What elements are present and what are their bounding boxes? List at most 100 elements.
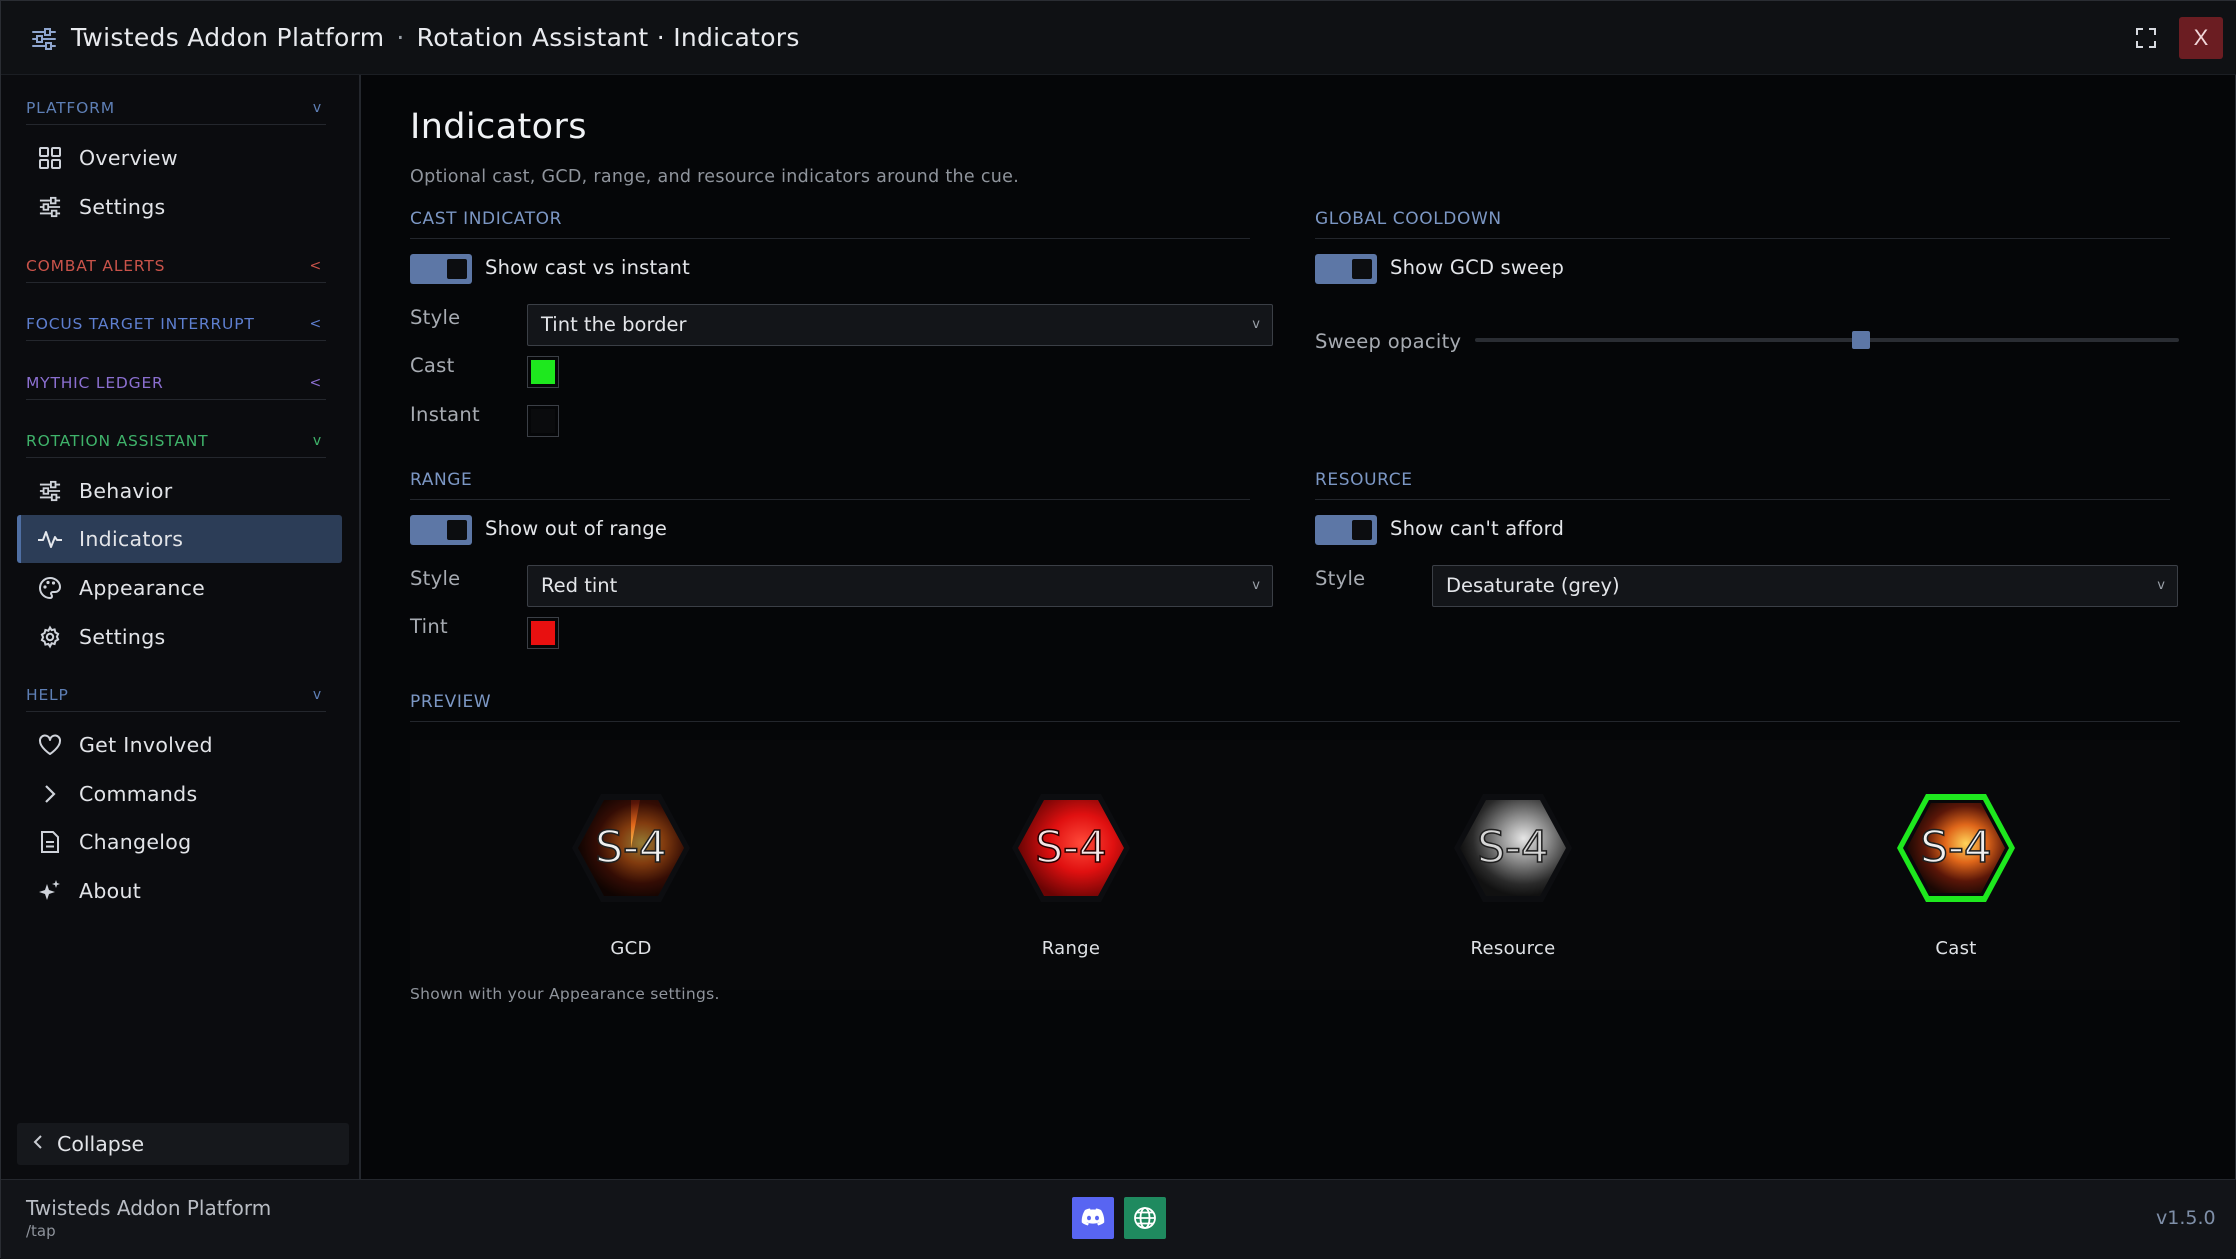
resource-style-label: Style (1315, 567, 1366, 590)
swatch-fill (531, 409, 555, 433)
preview-cast: S-4 Cast (1886, 790, 2026, 959)
title-bar: Twisteds Addon Platform · Rotation Assista… (1, 1, 2236, 75)
version-label: v1.5.0 (2156, 1207, 2216, 1229)
main-content: Indicators Optional cast, GCD, range, an… (363, 75, 2236, 1179)
sidebar-item-platform-settings[interactable]: Settings (17, 183, 342, 231)
preview-note: Shown with your Appearance settings. (410, 985, 720, 1003)
sidebar-item-about[interactable]: About (17, 867, 342, 915)
badge-text: S-4 (1477, 822, 1549, 873)
preview-heading: PREVIEW (410, 692, 2180, 722)
swatch-fill (531, 621, 555, 645)
sparkles-icon (37, 878, 63, 904)
section-combat-alerts[interactable]: COMBAT ALERTS < (26, 249, 326, 283)
sidebar-item-ra-settings[interactable]: Settings (17, 613, 342, 661)
section-mythic-ledger[interactable]: MYTHIC LEDGER < (26, 366, 326, 400)
discord-button[interactable] (1072, 1197, 1114, 1239)
cast-indicator-heading: CAST INDICATOR (410, 209, 1250, 239)
sidebar-item-commands[interactable]: Commands (17, 770, 342, 818)
cast-toggle-label: Show cast vs instant (485, 256, 690, 279)
sidebar-item-indicators[interactable]: Indicators (17, 515, 342, 563)
slider-thumb[interactable] (1852, 331, 1871, 349)
resource-style-select[interactable]: Desaturate (grey) v (1432, 565, 2178, 607)
sidebar-item-appearance[interactable]: Appearance (17, 564, 342, 612)
instant-color-swatch[interactable] (527, 405, 559, 437)
app-window: Twisteds Addon Platform · Rotation Assista… (0, 0, 2236, 1259)
document-icon (37, 829, 63, 855)
section-help[interactable]: HELP v (26, 678, 326, 712)
sliders-icon (37, 194, 63, 220)
select-value: Tint the border (541, 313, 687, 336)
toggle-knob (1352, 259, 1372, 279)
range-style-select[interactable]: Red tint v (527, 565, 1273, 607)
preview-gcd: S-4 GCD (561, 790, 701, 959)
resource-toggle-label: Show can't afford (1390, 517, 1565, 540)
instant-color-label: Instant (410, 403, 480, 426)
cast-toggle[interactable] (410, 254, 472, 284)
maximize-button[interactable] (2125, 17, 2167, 59)
preview-range: S-4 Range (1001, 790, 1141, 959)
footer-command: /tap (26, 1222, 56, 1240)
range-toggle[interactable] (410, 515, 472, 545)
sidebar-item-label: Settings (79, 195, 166, 219)
range-tint-swatch[interactable] (527, 617, 559, 649)
title-separator: · (396, 23, 405, 52)
chevron-down-icon: v (2157, 578, 2165, 593)
window-title: Twisteds Addon Platform · Rotation Assista… (71, 23, 800, 52)
collapse-label: Collapse (57, 1132, 145, 1156)
sidebar-item-label: Overview (79, 146, 178, 170)
chevron-left-icon: < (309, 374, 322, 391)
preview-label: Resource (1470, 938, 1556, 959)
range-heading: RANGE (410, 470, 1250, 500)
section-rotation-assistant[interactable]: ROTATION ASSISTANT v (26, 424, 326, 458)
collapse-button[interactable]: Collapse (17, 1123, 349, 1165)
website-button[interactable] (1124, 1197, 1166, 1239)
sweep-opacity-slider[interactable] (1475, 328, 2179, 352)
sidebar: PLATFORM v Overview Settings COMBAT ALER… (1, 75, 361, 1179)
chevron-left-icon: < (309, 315, 322, 332)
sidebar-item-label: About (79, 879, 142, 903)
cast-style-select[interactable]: Tint the border v (527, 304, 1273, 346)
section-label: MYTHIC LEDGER (26, 373, 164, 392)
page-subtitle: Optional cast, GCD, range, and resource … (410, 167, 1020, 187)
swatch-fill (531, 360, 555, 384)
fullscreen-icon (2136, 28, 2156, 48)
section-label: ROTATION ASSISTANT (26, 431, 209, 450)
range-style-label: Style (410, 567, 461, 590)
chevron-down-icon: v (1252, 317, 1260, 332)
section-label: HELP (26, 685, 69, 704)
sliders-icon (37, 478, 63, 504)
global-cooldown-heading: GLOBAL COOLDOWN (1315, 209, 2170, 239)
preview-panel: S-4 GCD S-4 Range S-4 Resource S-4 Cast (410, 740, 2180, 990)
gcd-toggle[interactable] (1315, 254, 1377, 284)
sidebar-item-changelog[interactable]: Changelog (17, 818, 342, 866)
sidebar-item-label: Settings (79, 625, 166, 649)
badge-text: S-4 (1035, 822, 1107, 873)
chevron-down-icon: v (312, 686, 322, 703)
sidebar-item-get-involved[interactable]: Get Involved (17, 721, 342, 769)
breadcrumb: Rotation Assistant · Indicators (416, 23, 800, 52)
slider-track (1475, 338, 2179, 342)
cast-color-swatch[interactable] (527, 356, 559, 388)
preview-label: Range (1041, 938, 1101, 959)
spell-icon-cast: S-4 (1897, 794, 2015, 902)
section-label: COMBAT ALERTS (26, 256, 166, 275)
palette-icon (37, 575, 63, 601)
grid-icon (37, 145, 63, 171)
select-value: Red tint (541, 574, 618, 597)
preview-resource: S-4 Resource (1443, 790, 1583, 959)
select-value: Desaturate (grey) (1446, 574, 1620, 597)
sidebar-item-label: Appearance (79, 576, 206, 600)
discord-icon (1081, 1208, 1105, 1226)
chevron-down-icon: v (1252, 578, 1260, 593)
sidebar-item-label: Indicators (79, 527, 184, 551)
section-focus-target-interrupt[interactable]: FOCUS TARGET INTERRUPT < (26, 307, 326, 341)
sidebar-item-label: Get Involved (79, 733, 213, 757)
sidebar-item-overview[interactable]: Overview (17, 134, 342, 182)
resource-toggle[interactable] (1315, 515, 1377, 545)
chevron-left-icon: < (309, 257, 322, 274)
footer-app-name: Twisteds Addon Platform (26, 1196, 272, 1220)
section-platform[interactable]: PLATFORM v (26, 91, 326, 125)
sidebar-item-behavior[interactable]: Behavior (17, 467, 342, 515)
close-button[interactable]: X (2179, 17, 2223, 59)
badge-text: S-4 (1920, 822, 1992, 873)
